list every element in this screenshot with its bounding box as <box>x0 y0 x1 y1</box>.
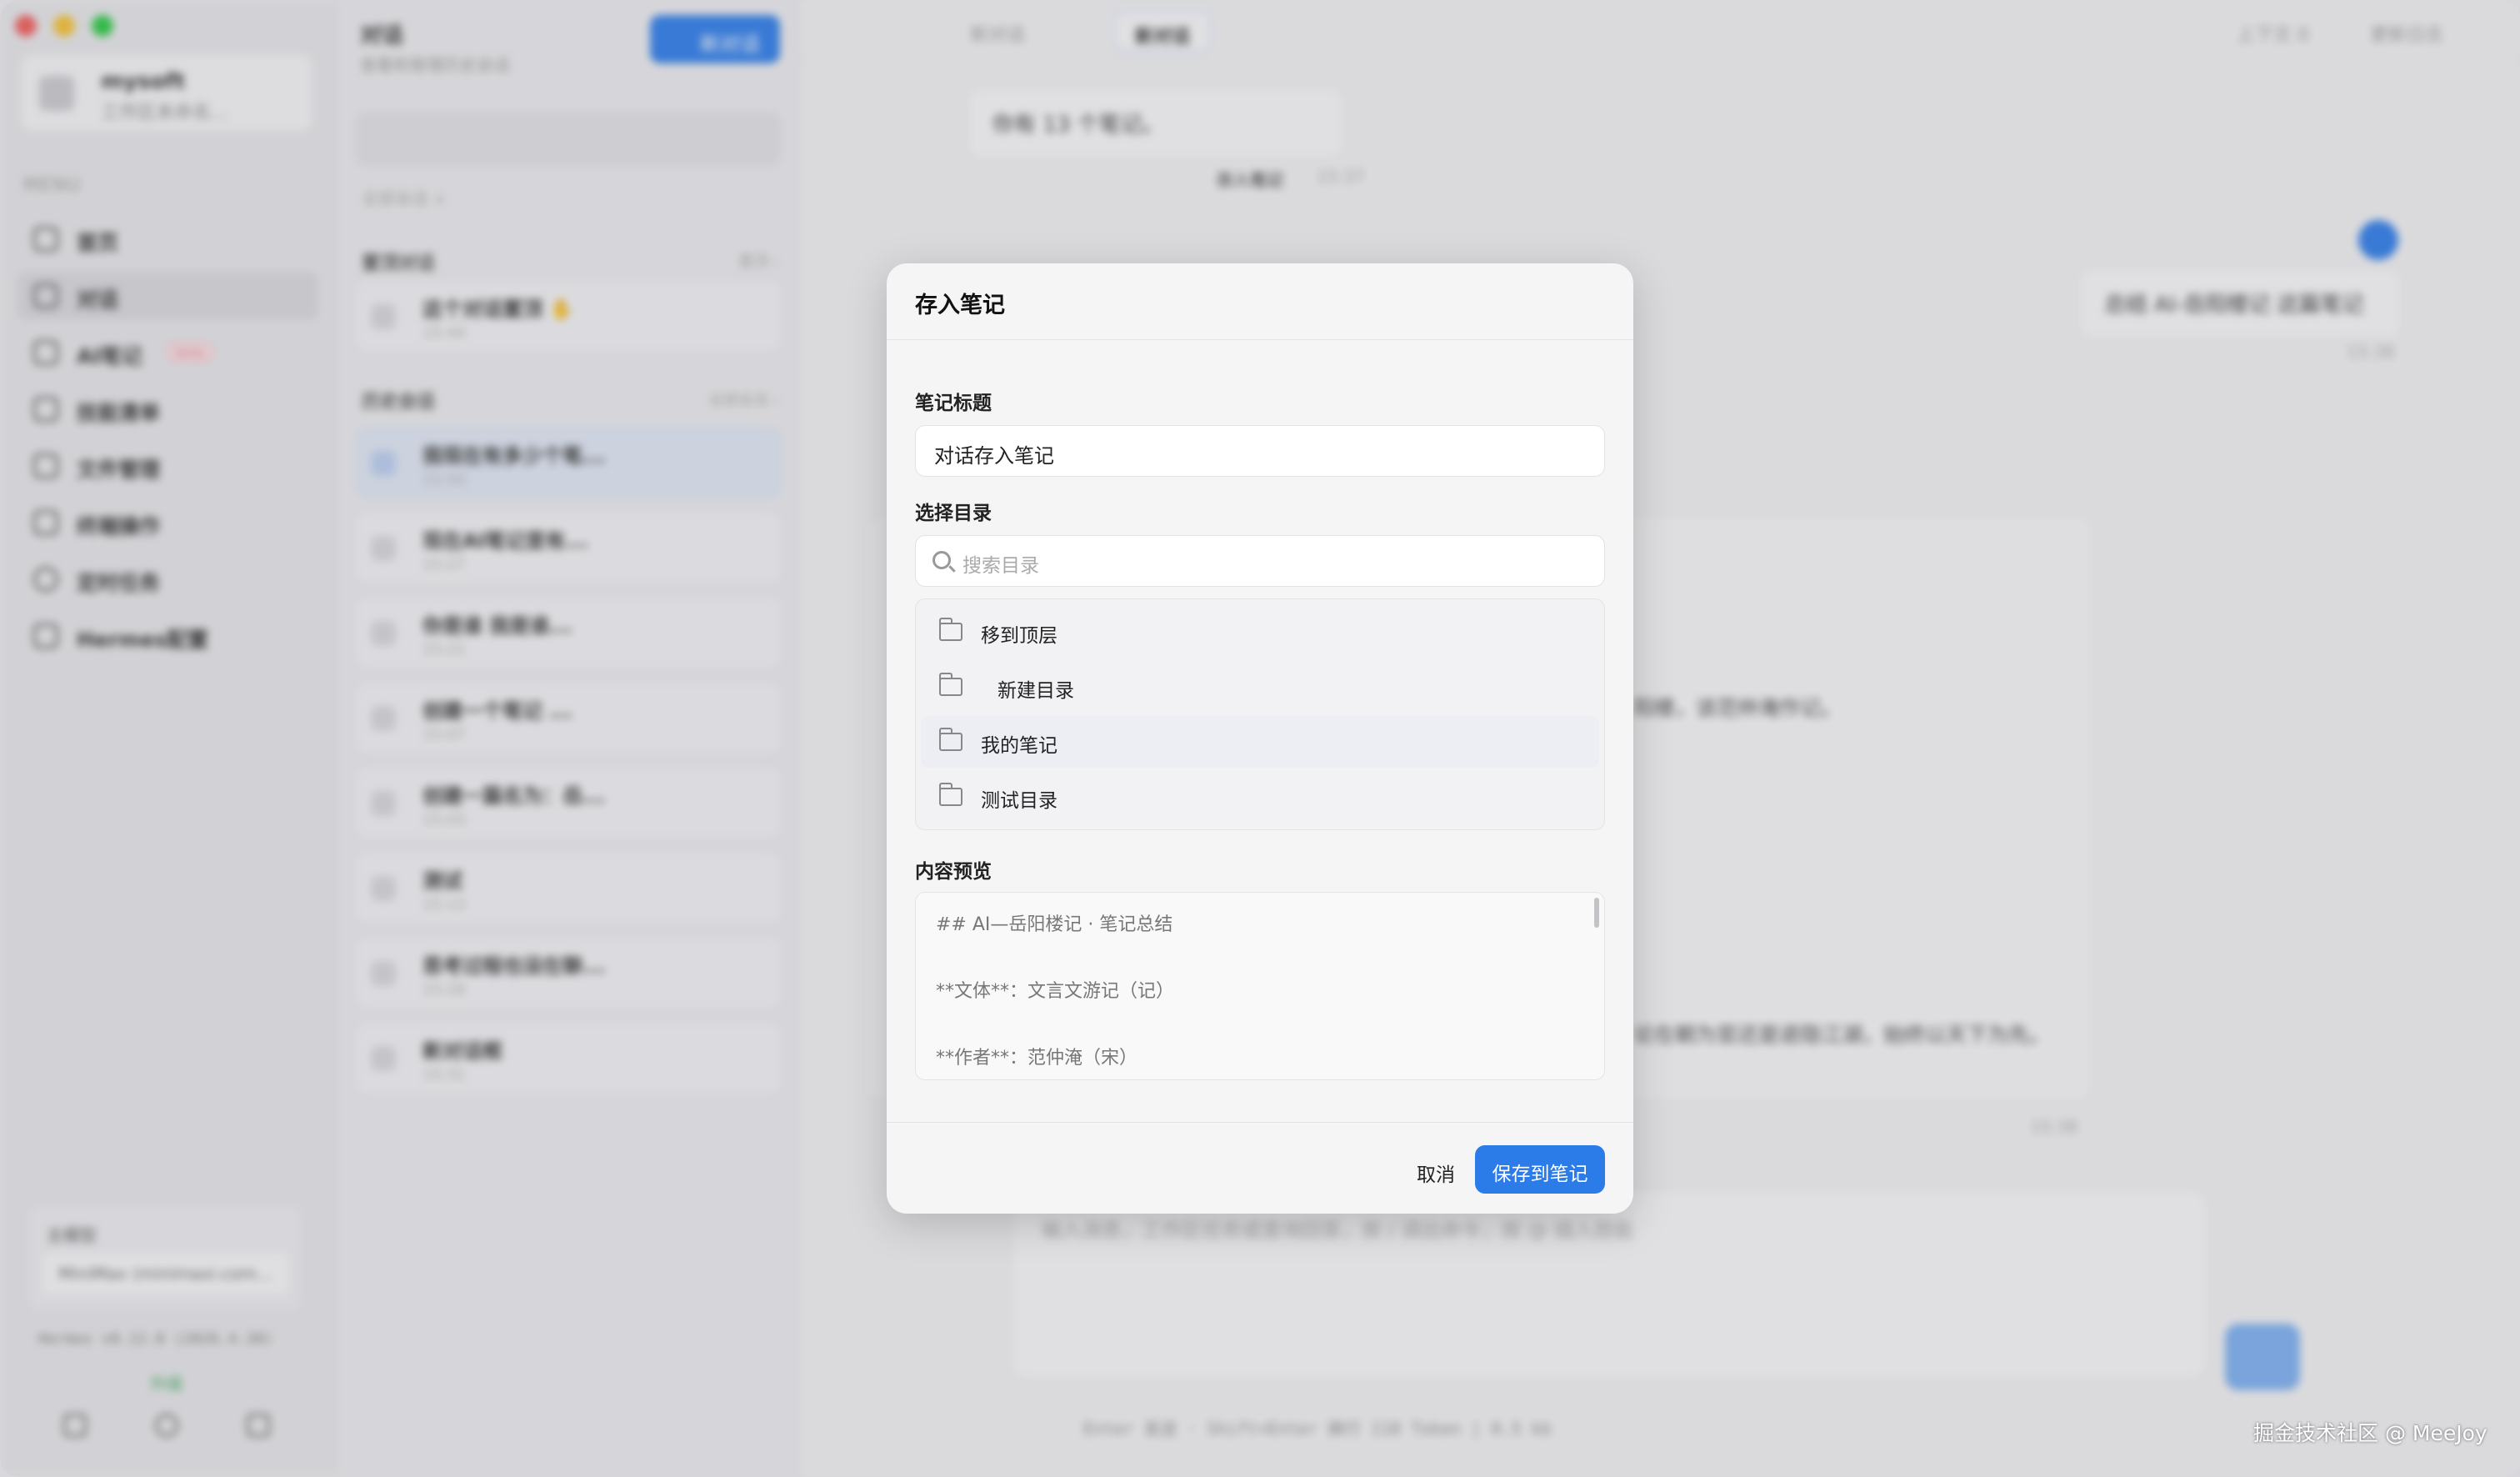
directory-item-my-notes[interactable]: 我的笔记 <box>921 716 1599 768</box>
directory-label: 选择目录 <box>915 503 992 524</box>
save-to-note-button[interactable]: 保存到笔记 <box>1475 1145 1605 1194</box>
directory-list: 移到顶层 新建目录 我的笔记 测试目录 <box>915 598 1605 830</box>
dialog-footer-divider <box>887 1122 1633 1123</box>
directory-label-text: 测试目录 <box>981 790 1058 812</box>
directory-label-text: 新建目录 <box>998 680 1074 702</box>
folder-icon <box>938 728 962 751</box>
watermark: 掘金技术社区 @ MeeJoy <box>2253 1421 2488 1445</box>
dialog-title: 存入笔记 <box>915 293 1005 318</box>
preview-scrollbar[interactable] <box>1594 898 1599 928</box>
folder-icon <box>938 618 962 641</box>
folder-icon <box>938 673 962 696</box>
directory-search-placeholder: 搜索目录 <box>962 555 1039 577</box>
preview-line: ## AI—岳阳楼记 · 笔记总结 <box>936 914 1173 935</box>
dialog-header: 存入笔记 <box>887 263 1633 340</box>
preview-line: **作者**：范仲淹（宋） <box>936 1048 1138 1069</box>
cancel-button[interactable]: 取消 <box>1398 1147 1473 1194</box>
content-preview[interactable]: ## AI—岳阳楼记 · 笔记总结 **文体**：文言文游记（记） **作者**… <box>915 892 1605 1080</box>
directory-label-text: 移到顶层 <box>981 625 1058 647</box>
preview-label: 内容预览 <box>915 861 992 883</box>
search-icon <box>932 551 951 569</box>
directory-item-top-level[interactable]: 移到顶层 <box>921 606 1599 658</box>
save-note-dialog: 存入笔记 笔记标题 对话存入笔记 选择目录 搜索目录 移到顶层 新建目录 我的笔… <box>887 263 1633 1214</box>
directory-item-new[interactable]: 新建目录 <box>921 661 1599 713</box>
app-window: mysoft 工作区未命名... MENU 首页 对话 AI笔记 beta 技能清… <box>0 0 2520 1477</box>
folder-icon <box>938 783 962 806</box>
directory-item-test[interactable]: 测试目录 <box>921 771 1599 823</box>
preview-line: **文体**：文言文游记（记） <box>936 981 1175 1002</box>
directory-label-text: 我的笔记 <box>981 735 1058 757</box>
directory-search-input[interactable]: 搜索目录 <box>915 535 1605 587</box>
note-title-input[interactable]: 对话存入笔记 <box>915 425 1605 477</box>
note-title-label: 笔记标题 <box>915 393 992 414</box>
